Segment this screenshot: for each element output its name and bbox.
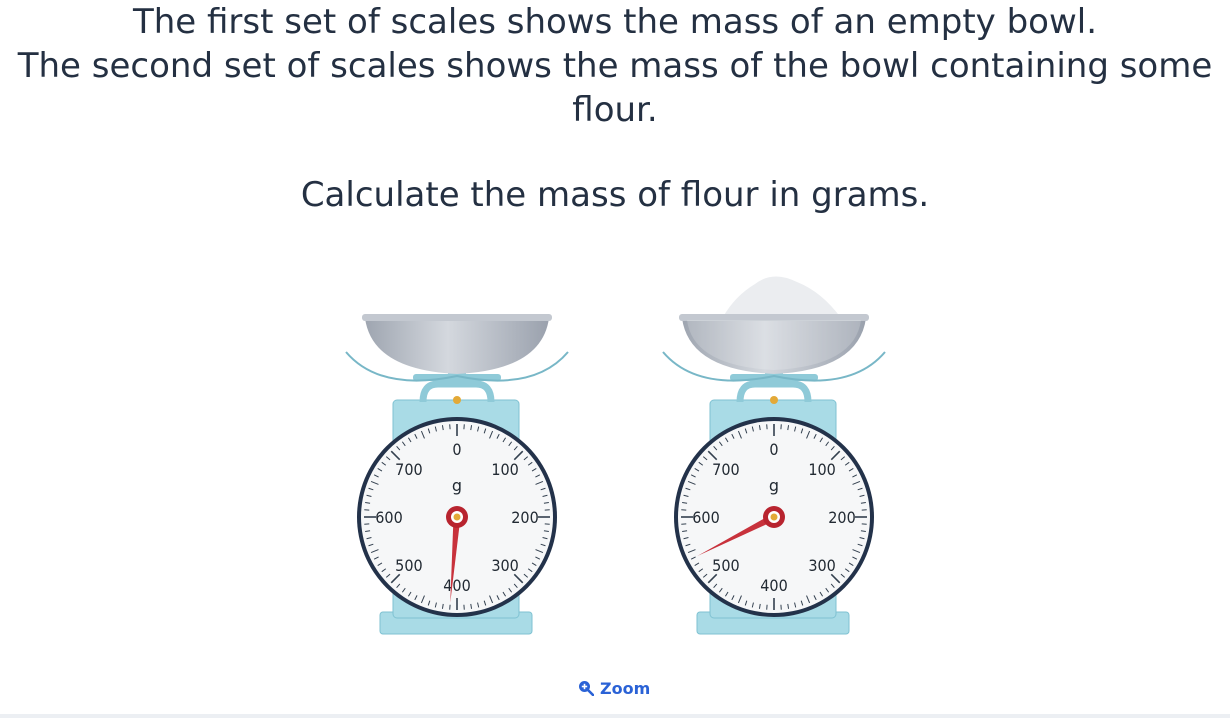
dial-label: 400 <box>760 576 787 595</box>
scale-knob <box>770 396 778 404</box>
bowl-rim <box>362 314 552 321</box>
footer-divider <box>0 714 1230 718</box>
dial-unit-label: g <box>769 476 779 495</box>
kitchen-scale-empty-bowl: 0 100 200 300 400 500 600 700 g <box>345 314 569 635</box>
question-line-2: The second set of scales shows the mass … <box>17 46 1213 86</box>
flour-mound <box>723 276 841 318</box>
question-line-3: flour. <box>572 90 658 130</box>
dial-label: 200 <box>511 508 538 527</box>
flour-through-bowl <box>687 320 861 370</box>
scale-knob <box>453 396 461 404</box>
dial-label: 200 <box>828 508 855 527</box>
bowl <box>365 318 549 374</box>
dial-label: 600 <box>692 508 719 527</box>
dial-label: 500 <box>395 556 422 575</box>
dial-label: 300 <box>491 556 518 575</box>
dial-label: 400 <box>443 576 470 595</box>
dial-label: 700 <box>712 460 739 479</box>
zoom-in-icon <box>579 681 594 696</box>
dial-label: 600 <box>375 508 402 527</box>
question-line-1: The first set of scales shows the mass o… <box>132 2 1098 42</box>
dial-label: 0 <box>452 440 461 459</box>
needle-hub-center <box>453 513 461 521</box>
dial-label: 500 <box>712 556 739 575</box>
dial-label: 0 <box>769 440 778 459</box>
zoom-button[interactable]: Zoom <box>578 674 650 702</box>
question-task: Calculate the mass of flour in grams. <box>300 175 930 215</box>
dial-label: 700 <box>395 460 422 479</box>
dial-label: 300 <box>808 556 835 575</box>
dial-unit-label: g <box>452 476 462 495</box>
dial-label: 100 <box>808 460 835 479</box>
zoom-label: Zoom <box>600 678 651 698</box>
bowl-rim <box>679 314 869 321</box>
needle-hub-center <box>770 513 778 521</box>
kitchen-scale-bowl-with-flour: 0 100 200 300 400 500 600 700 g <box>662 276 886 635</box>
dial-label: 100 <box>491 460 518 479</box>
